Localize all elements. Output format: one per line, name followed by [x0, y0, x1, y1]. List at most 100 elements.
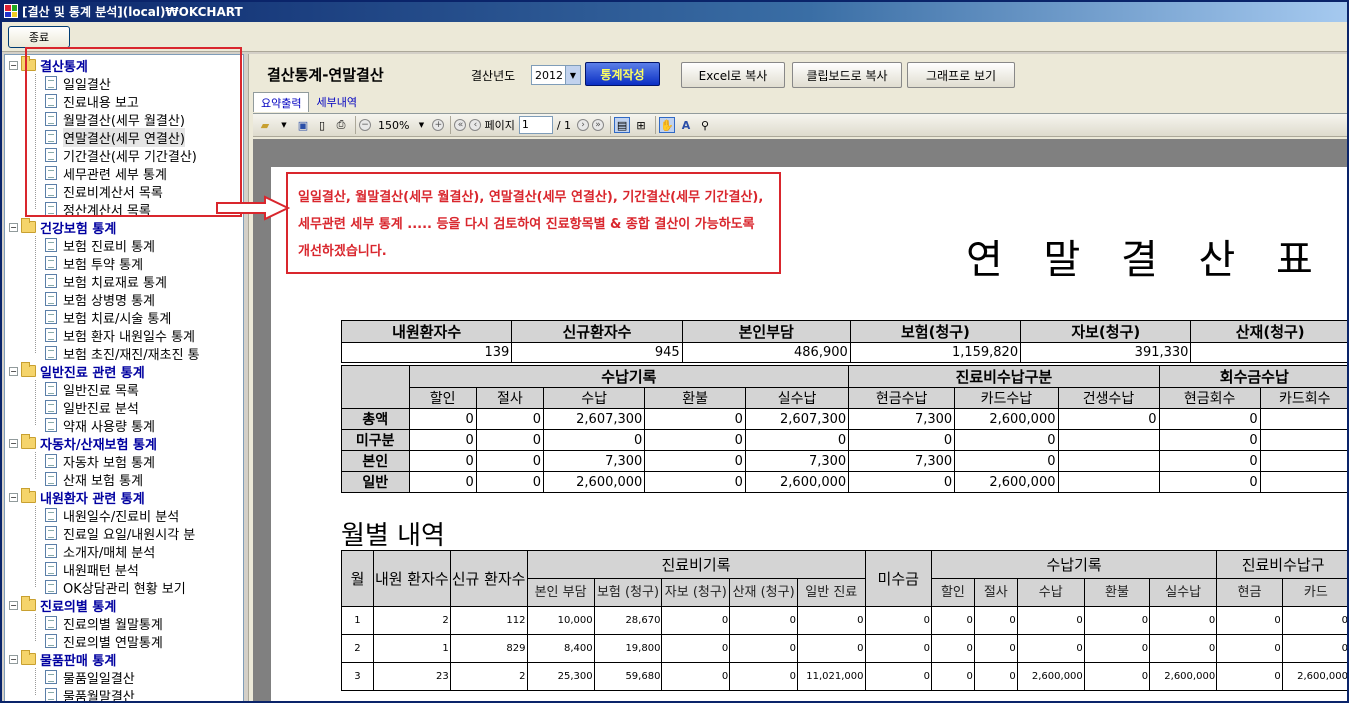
tree-item-label: 내원패턴 분석	[63, 563, 139, 579]
print-icon[interactable]: ⎙	[333, 117, 349, 133]
tree-item[interactable]: 물품일일결산	[45, 668, 135, 687]
receipts-cell: 0	[644, 429, 746, 451]
tree-item[interactable]: OK상담관리 현황 보기	[45, 578, 186, 597]
tree-item[interactable]: 내원패턴 분석	[45, 560, 139, 579]
collapse-icon[interactable]: −	[9, 60, 18, 70]
receipts-cell: 0	[954, 450, 1059, 472]
tree-item[interactable]: 보험 진료비 통계	[45, 236, 155, 255]
tree-item[interactable]: 진료의별 연말통계	[45, 632, 163, 651]
tree-category[interactable]: − 물품판매 통계	[5, 650, 116, 669]
exit-button[interactable]: 종료	[8, 26, 70, 48]
clipboard-copy-button[interactable]: 클립보드로 복사	[792, 62, 902, 88]
tree-item[interactable]: 보험 치료재료 통계	[45, 272, 167, 291]
document-icon	[45, 454, 57, 468]
collapse-icon[interactable]: −	[9, 492, 18, 502]
receipts-row-label: 본인	[341, 450, 410, 472]
first-page-icon[interactable]: «	[454, 119, 467, 131]
zoom-in-icon[interactable]: +	[432, 119, 445, 131]
document-icon	[45, 688, 57, 702]
single-page-icon[interactable]: ▤	[614, 117, 631, 133]
receipts-cell	[1057, 471, 1160, 493]
tree-item-label: 소개자/매체 분석	[63, 545, 156, 561]
page-input[interactable]: 1	[518, 116, 553, 134]
tree-item[interactable]: 자동차 보험 통계	[45, 452, 155, 471]
tree-item[interactable]: 보험 초진/재진/재초진 통	[45, 344, 200, 363]
next-page-icon[interactable]: ›	[577, 119, 590, 131]
multi-page-icon[interactable]: ⊞	[633, 117, 649, 133]
tree-category[interactable]: − 일반진료 관련 통계	[5, 362, 145, 381]
monthly-cell: 2,600,000	[1281, 662, 1349, 691]
page-setup-icon[interactable]: ▯	[314, 117, 330, 133]
collapse-icon[interactable]: −	[9, 438, 18, 448]
receipts-cell	[1057, 429, 1160, 451]
tab-details[interactable]: 세부내역	[309, 92, 363, 112]
prev-page-icon[interactable]: ‹	[469, 119, 482, 131]
collapse-icon[interactable]: −	[9, 600, 18, 610]
page-total: / 1	[556, 118, 572, 132]
tree-item[interactable]: 일반진료 분석	[45, 398, 139, 417]
monthly-cell: 0	[864, 662, 932, 691]
tree-item[interactable]: 일반진료 목록	[45, 380, 139, 399]
report-preview[interactable]: 일일결산, 월말결산(세무 월결산), 연말결산(세무 연결산), 기간결산(세…	[253, 139, 1349, 703]
tree-item[interactable]: 보험 치료/시술 통계	[45, 308, 171, 327]
monthly-cell: 25,300	[526, 662, 595, 691]
tree-category-label: 건강보험 통계	[40, 221, 117, 237]
tree-item[interactable]: 보험 환자 내원일수 통계	[45, 326, 195, 345]
tree-item[interactable]: 진료일 요일/내원시각 분	[45, 524, 195, 543]
receipts-cell: 0	[1158, 450, 1261, 472]
tree-item[interactable]: 산재 보험 통계	[45, 470, 143, 489]
receipts-cell: 0	[644, 408, 746, 430]
tree-item-label: 물품월말결산	[63, 689, 135, 703]
tree-item[interactable]: 약재 사용량 통계	[45, 416, 155, 435]
dropdown-icon[interactable]: ▼	[276, 117, 292, 133]
summary-header: 내원환자수	[340, 320, 513, 343]
generate-stats-button[interactable]: 통계작성	[585, 62, 660, 86]
excel-copy-button[interactable]: Excel로 복사	[681, 62, 785, 88]
monthly-cell: 23	[372, 662, 451, 691]
tree-category[interactable]: − 내원환자 관련 통계	[5, 488, 145, 507]
save-icon[interactable]: ▣	[295, 117, 311, 133]
year-select[interactable]: 2012 ▼	[531, 65, 581, 85]
receipts-cell: 7,300	[848, 408, 956, 430]
tree-category[interactable]: − 진료의별 통계	[5, 596, 116, 615]
receipts-cell: 2,600,000	[954, 471, 1059, 493]
monthly-sub-header: 실수납	[1149, 578, 1218, 607]
monthly-cell: 0	[1149, 634, 1218, 663]
tree-category[interactable]: − 자동차/산재보험 통계	[5, 434, 157, 453]
receipts-group-header: 진료비수납구분	[848, 365, 1160, 388]
tree-item-label: 보험 상병명 통계	[63, 293, 155, 309]
window-title: [결산 및 통계 분석](local)₩OKCHART	[22, 4, 243, 19]
tree-line	[35, 380, 36, 425]
receipts-sub-header: 환불	[644, 387, 746, 409]
zoom-level[interactable]: 150%	[378, 119, 409, 132]
receipts-cell: 0	[744, 429, 850, 451]
collapse-icon[interactable]: −	[9, 366, 18, 376]
find-icon[interactable]: ⚲	[697, 117, 713, 133]
tree-item[interactable]: 보험 상병명 통계	[45, 290, 155, 309]
monthly-cell: 10,000	[526, 606, 595, 635]
zoom-dropdown-icon[interactable]: ▼	[413, 117, 429, 133]
collapse-icon[interactable]: −	[9, 222, 18, 232]
open-folder-icon[interactable]: ▰	[257, 117, 273, 133]
tab-summary[interactable]: 요약출력	[253, 92, 310, 112]
folder-icon	[21, 434, 36, 449]
tree-item-label: 자동차 보험 통계	[63, 455, 155, 471]
tree-category[interactable]: − 건강보험 통계	[5, 218, 117, 237]
tree-item[interactable]: 내원일수/진료비 분석	[45, 506, 179, 525]
monthly-cell: 0	[1016, 606, 1085, 635]
toolbar-separator	[655, 116, 657, 134]
dropdown-arrow-icon[interactable]: ▼	[565, 66, 580, 84]
tree-item[interactable]: 진료의별 월말통계	[45, 614, 163, 633]
tree-item-label: 보험 초진/재진/재초진 통	[63, 347, 200, 363]
folder-icon	[21, 362, 36, 377]
collapse-icon[interactable]: −	[9, 654, 18, 664]
last-page-icon[interactable]: »	[592, 119, 605, 131]
summary-header: 보험(청구)	[849, 320, 1022, 343]
graph-view-button[interactable]: 그래프로 보기	[907, 62, 1015, 88]
zoom-out-icon[interactable]: −	[359, 119, 371, 131]
hand-tool-icon[interactable]: ✋	[659, 117, 676, 133]
tree-item[interactable]: 소개자/매체 분석	[45, 542, 156, 561]
text-select-icon[interactable]: A	[678, 117, 694, 133]
tree-item[interactable]: 물품월말결산	[45, 686, 135, 703]
tree-item[interactable]: 보험 투약 통계	[45, 254, 143, 273]
